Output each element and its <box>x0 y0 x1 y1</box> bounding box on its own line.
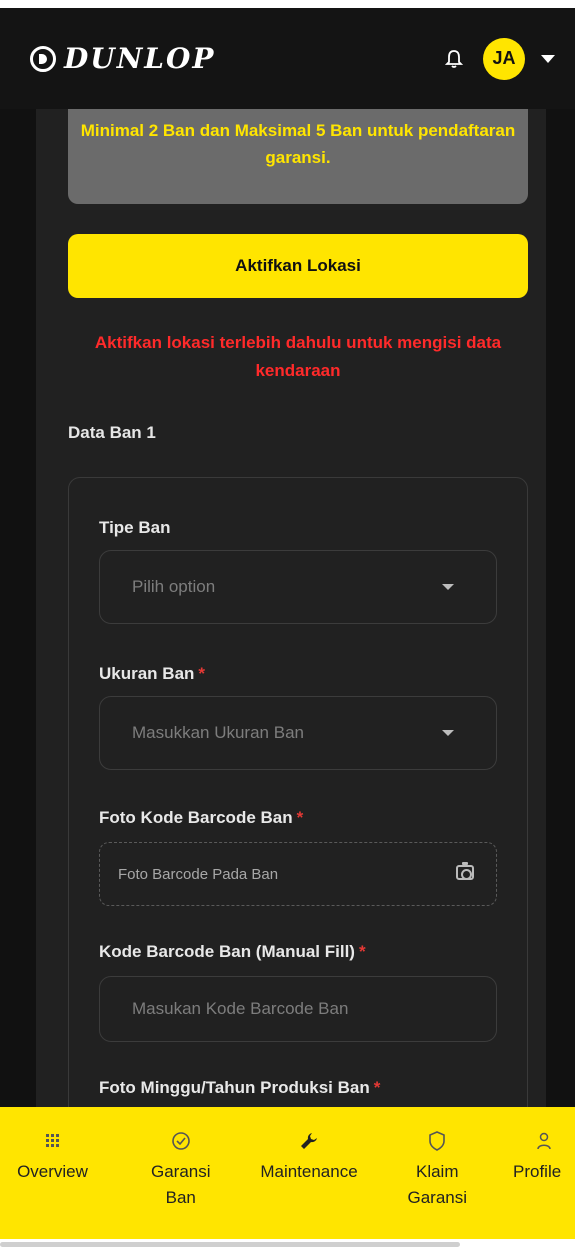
kode-barcode-label: Kode Barcode Ban (Manual Fill) * <box>99 942 366 962</box>
bell-svg <box>445 49 463 68</box>
nav-garansi-label-1: Garansi <box>150 1162 211 1181</box>
shield-icon <box>428 1129 446 1153</box>
person-svg <box>537 1132 551 1150</box>
barcode-photo-upload[interactable]: Foto Barcode Pada Ban <box>99 842 497 906</box>
person-icon <box>513 1129 575 1153</box>
tire-section-title: Data Ban 1 <box>68 423 156 442</box>
nav-overview-label: Overview <box>17 1162 88 1181</box>
top-strip <box>0 0 575 8</box>
chevron-down-icon[interactable] <box>541 54 555 63</box>
foto-minggu-label-text: Foto Minggu/Tahun Produksi Ban <box>99 1078 370 1097</box>
app-header: DUNLOP JA <box>0 8 575 109</box>
required-mark: * <box>296 808 304 827</box>
grid-svg <box>45 1134 59 1147</box>
nav-klaim-label-2: Garansi <box>407 1188 468 1207</box>
form-panel: Minimal 2 Ban dan Maksimal 5 Ban untuk p… <box>36 109 546 1252</box>
barcode-code-input[interactable]: Masukan Kode Barcode Ban <box>99 976 497 1042</box>
nav-garansi-ban[interactable]: Garansi Ban <box>128 1129 233 1239</box>
app-viewport: DUNLOP JA Minimal 2 Ban dan Maksimal 5 B… <box>0 0 575 1252</box>
barcode-photo-placeholder: Foto Barcode Pada Ban <box>118 865 279 883</box>
nav-maintenance[interactable]: Maintenance <box>257 1129 362 1239</box>
barcode-code-placeholder: Masukan Kode Barcode Ban <box>132 999 349 1018</box>
main-content: Minimal 2 Ban dan Maksimal 5 Ban untuk p… <box>0 109 575 1252</box>
ukuran-ban-select[interactable]: Masukkan Ukuran Ban <box>99 696 497 770</box>
avatar[interactable]: JA <box>483 37 525 80</box>
nav-profile-label: Profile <box>513 1162 562 1181</box>
tipe-ban-label: Tipe Ban <box>99 518 170 538</box>
header-actions: JA <box>443 37 555 80</box>
check-badge-icon <box>171 1129 191 1153</box>
foto-barcode-label-text: Foto Kode Barcode Ban <box>99 808 293 827</box>
nav-maintenance-label: Maintenance <box>260 1162 358 1181</box>
nav-klaim-garansi[interactable]: Klaim Garansi <box>385 1129 490 1239</box>
brand-name: DUNLOP <box>64 42 216 75</box>
wrench-svg <box>301 1133 317 1149</box>
location-warning: Aktifkan lokasi terlebih dahulu untuk me… <box>94 333 502 380</box>
ukuran-ban-label-text: Ukuran Ban <box>99 664 195 683</box>
required-mark: * <box>198 664 206 683</box>
nav-klaim-label-1: Klaim <box>415 1162 459 1181</box>
foto-minggu-label: Foto Minggu/Tahun Produksi Ban * <box>99 1078 380 1098</box>
shield-svg <box>429 1131 446 1151</box>
nav-garansi-label-2: Ban <box>165 1188 196 1207</box>
tipe-ban-placeholder: Pilih option <box>132 577 216 596</box>
check-badge-svg <box>171 1132 190 1150</box>
warranty-notice: Minimal 2 Ban dan Maksimal 5 Ban untuk p… <box>68 109 528 204</box>
bell-icon[interactable] <box>443 48 465 70</box>
bottom-navigation: Overview Garansi Ban Maintenance Klaim G… <box>0 1107 575 1239</box>
nav-profile[interactable]: Profile <box>513 1129 575 1239</box>
required-mark: * <box>373 1078 381 1097</box>
kode-barcode-label-text: Kode Barcode Ban (Manual Fill) <box>99 942 355 961</box>
enable-location-button[interactable]: Aktifkan Lokasi <box>68 234 528 298</box>
brand-logo[interactable]: DUNLOP <box>30 42 215 75</box>
chevron-down-icon <box>442 584 454 590</box>
foto-barcode-label: Foto Kode Barcode Ban * <box>99 808 303 828</box>
dunlop-logo-icon <box>30 45 56 72</box>
wrench-icon <box>299 1129 319 1153</box>
required-mark: * <box>358 942 366 961</box>
camera-icon[interactable] <box>456 862 474 880</box>
tipe-ban-label-text: Tipe Ban <box>99 518 171 537</box>
chevron-down-icon <box>442 730 454 736</box>
tipe-ban-select[interactable]: Pilih option <box>99 550 497 624</box>
nav-overview[interactable]: Overview <box>0 1129 105 1239</box>
ukuran-ban-label: Ukuran Ban * <box>99 664 205 684</box>
ukuran-ban-placeholder: Masukkan Ukuran Ban <box>132 723 304 742</box>
home-indicator-bar <box>0 1242 460 1247</box>
grid-icon <box>45 1129 60 1153</box>
